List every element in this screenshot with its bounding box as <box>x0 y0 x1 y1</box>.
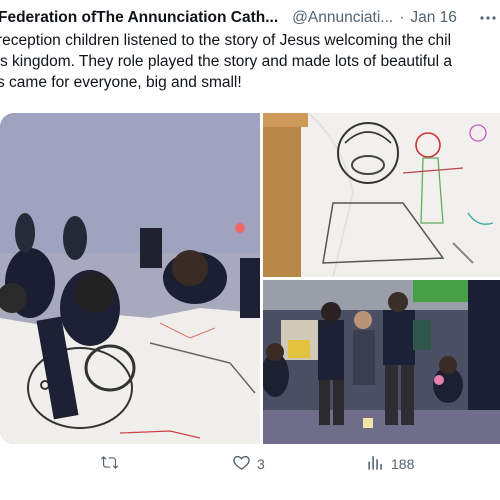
like-count: 3 <box>257 456 265 472</box>
heart-icon <box>232 453 251 475</box>
tweet-text-line: reception children listened to the story… <box>0 32 452 49</box>
tweet-actions: 3 188 <box>0 452 500 476</box>
author-name[interactable]: Federation ofThe Annunciation Cath... <box>0 9 278 27</box>
views-button[interactable]: 188 <box>366 452 414 476</box>
media-grid <box>0 113 500 444</box>
tweet-text: reception children listened to the story… <box>0 30 500 93</box>
separator-dot: · <box>399 9 405 26</box>
tweet-header: Federation ofThe Annunciation Cath... @A… <box>0 6 500 30</box>
more-dots-icon[interactable] <box>478 8 498 28</box>
views-chart-icon <box>366 453 385 475</box>
photo-paper-drawing[interactable] <box>263 113 500 277</box>
tweet-text-line: 's kingdom. They role played the story a… <box>0 53 453 70</box>
like-button[interactable]: 3 <box>232 452 265 476</box>
retweet-icon <box>100 453 119 475</box>
views-count: 188 <box>391 456 415 472</box>
tweet-text-line: s came for everyone, big and small! <box>0 74 242 91</box>
photo-children-drawing[interactable] <box>0 113 260 444</box>
retweet-button[interactable] <box>100 452 125 476</box>
author-handle[interactable]: @Annunciati... <box>292 9 393 27</box>
tweet-date[interactable]: Jan 16 <box>410 9 457 27</box>
photo-role-play[interactable] <box>263 280 500 444</box>
